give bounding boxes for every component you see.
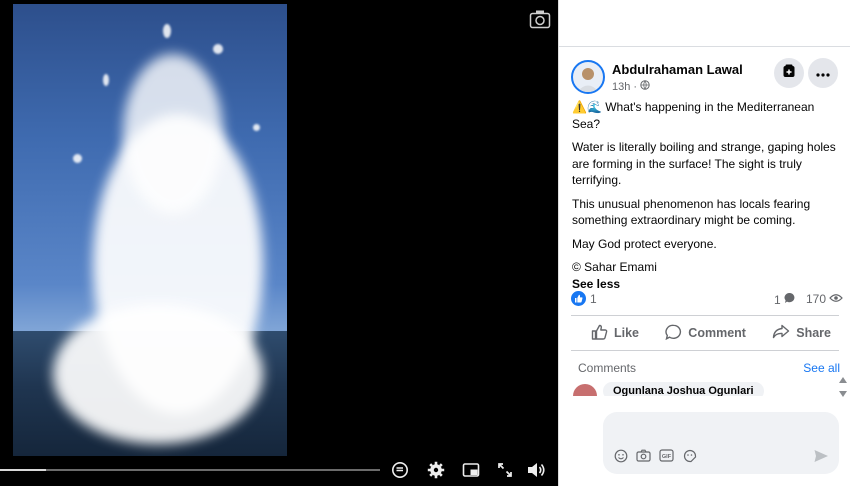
post-text: ⚠️🌊 What's happening in the Mediterranea… xyxy=(572,99,844,292)
water-spray xyxy=(73,154,82,163)
more-dots-icon xyxy=(816,64,830,82)
post-actions: Like Comment Share xyxy=(571,315,839,351)
comment-icon xyxy=(665,324,682,343)
camera-attach-icon[interactable] xyxy=(636,448,651,463)
post-header: Abdulrahaman Lawal 13h · xyxy=(571,58,841,96)
view-count: 170 xyxy=(806,292,843,306)
share-button-label: Share xyxy=(796,326,831,340)
comment-input[interactable] xyxy=(613,420,823,438)
author-avatar[interactable] xyxy=(571,60,605,94)
share-button[interactable]: Share xyxy=(772,324,831,342)
post-paragraph: May God protect everyone. xyxy=(572,236,717,251)
comment-item: Ogunlana Joshua Ogunlari xyxy=(573,382,823,396)
svg-text:GIF: GIF xyxy=(662,454,672,460)
save-post-button[interactable] xyxy=(774,58,804,88)
water-spray xyxy=(253,124,260,131)
camera-icon[interactable] xyxy=(529,9,551,29)
thumbs-up-icon xyxy=(591,324,608,343)
miniplayer-icon[interactable] xyxy=(461,460,481,480)
post-title-line: ⚠️🌊 What's happening in the Mediterranea… xyxy=(572,100,815,131)
volume-icon[interactable] xyxy=(526,460,546,480)
captions-icon[interactable] xyxy=(390,460,410,480)
video-progress-fill xyxy=(0,469,46,471)
bookmark-icon xyxy=(782,64,796,83)
like-button[interactable]: Like xyxy=(591,324,639,343)
scroll-arrows[interactable] xyxy=(838,376,848,398)
post-panel: Abdulrahaman Lawal 13h · ⚠️🌊 What's happ… xyxy=(558,0,850,486)
video-frame xyxy=(13,4,287,456)
sticker-icon[interactable] xyxy=(682,448,697,463)
comment-button-label: Comment xyxy=(688,326,746,340)
water-splash-base xyxy=(53,304,263,444)
water-spray xyxy=(213,44,223,54)
post-paragraph: Water is literally boiling and strange, … xyxy=(572,140,836,187)
fullscreen-icon[interactable] xyxy=(495,460,515,480)
water-splash-top xyxy=(123,54,223,214)
eye-icon xyxy=(829,292,843,306)
settings-gear-icon[interactable] xyxy=(426,460,446,480)
post-time[interactable]: 13h xyxy=(612,81,630,93)
comment-bubble-icon xyxy=(784,292,796,307)
author-name[interactable]: Abdulrahaman Lawal xyxy=(612,62,743,77)
more-options-button[interactable] xyxy=(808,58,838,88)
post-meta: 13h · xyxy=(612,80,650,93)
comments-title: Comments xyxy=(578,361,637,375)
gif-icon[interactable]: GIF xyxy=(659,448,674,463)
post-paragraph: This unusual phenomenon has locals feari… xyxy=(572,196,811,228)
reactions-bar: 1 1 170 xyxy=(571,290,843,308)
commenter-name[interactable]: Ogunlana Joshua Ogunlari xyxy=(603,382,764,396)
post-credit: © Sahar Emami xyxy=(572,260,657,274)
panel-header xyxy=(559,0,850,47)
video-progress-bar[interactable] xyxy=(0,469,380,471)
share-icon xyxy=(772,324,790,342)
comment-composer: GIF xyxy=(603,412,839,474)
composer-tools: GIF xyxy=(613,448,697,463)
like-reaction-icon[interactable] xyxy=(571,291,586,306)
video-player[interactable] xyxy=(0,0,558,486)
see-all-link[interactable]: See all xyxy=(803,361,840,375)
view-count-value: 170 xyxy=(806,292,827,306)
commenter-avatar[interactable] xyxy=(573,384,597,396)
water-spray xyxy=(163,24,171,38)
send-icon[interactable] xyxy=(813,448,829,464)
water-spray xyxy=(103,74,109,86)
like-count[interactable]: 1 xyxy=(590,292,597,306)
globe-icon xyxy=(640,80,650,93)
comment-count[interactable]: 1 xyxy=(774,292,796,307)
comment-button[interactable]: Comment xyxy=(665,324,746,343)
like-button-label: Like xyxy=(614,326,640,340)
comment-count-value: 1 xyxy=(774,292,781,307)
emoji-icon[interactable] xyxy=(613,448,628,463)
comments-header: Comments See all xyxy=(578,361,840,375)
